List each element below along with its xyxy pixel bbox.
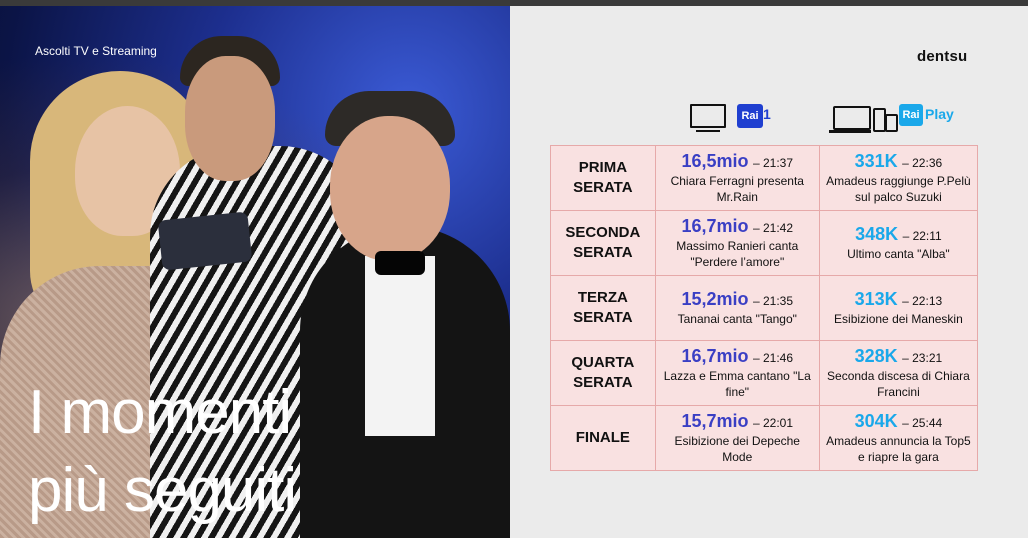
- night-label-2: SERATA: [573, 309, 633, 326]
- play-value-line: 331K – 22:36: [820, 151, 977, 173]
- rai1-logo-box: Rai: [737, 104, 763, 128]
- host-face: [185, 56, 275, 181]
- night-cell: PRIMA SERATA: [550, 145, 656, 211]
- ratings-table: PRIMA SERATA 16,5mio – 21:37 Chiara Ferragn…: [550, 145, 979, 471]
- tv-peak-time: – 21:35: [752, 294, 794, 308]
- play-value-line: 313K – 22:13: [820, 289, 977, 311]
- smartphone-icon: [885, 114, 898, 132]
- tv-peak-time: – 21:42: [752, 221, 794, 235]
- tv-audience-value: 16,5mio: [681, 151, 749, 171]
- play-audience-value: 348K: [855, 224, 899, 244]
- tv-value-line: 15,7mio – 22:01: [656, 411, 819, 433]
- night-label-2: SERATA: [573, 374, 633, 391]
- table-row: SECONDA SERATA 16,7mio – 21:42 Massimo Rani…: [550, 210, 979, 276]
- raiplay-logo-box: Rai: [899, 104, 923, 126]
- play-cell: 313K – 22:13 Esibizione dei Maneskin: [818, 275, 979, 341]
- tv-peak-time: – 22:01: [752, 416, 794, 430]
- play-peak-time: – 25:44: [902, 416, 943, 430]
- play-audience-value: 304K: [854, 411, 898, 431]
- tv-audience-value: 15,7mio: [681, 411, 749, 431]
- tv-audience-value: 16,7mio: [681, 216, 749, 236]
- tv-moment-description: Chiara Ferragni presenta Mr.Rain: [670, 174, 804, 204]
- tv-peak-time: – 21:46: [752, 351, 794, 365]
- table-row: QUARTA SERATA 16,7mio – 21:46 Lazza e Emma …: [550, 340, 979, 406]
- tv-cell: 16,7mio – 21:46 Lazza e Emma cantano "La …: [654, 340, 820, 406]
- play-cell: 304K – 25:44 Amadeus annuncia la Top5 e r…: [818, 405, 979, 471]
- play-moment-description: Seconda discesa di Chiara Francini: [827, 369, 970, 399]
- night-cell: TERZA SERATA: [550, 275, 656, 341]
- night-cell: QUARTA SERATA: [550, 340, 656, 406]
- tv-moment-description: Massimo Ranieri canta "Perdere l’amore": [676, 239, 799, 269]
- table-row: PRIMA SERATA 16,5mio – 21:37 Chiara Ferragn…: [550, 145, 979, 211]
- photo-subtitle: Ascolti TV e Streaming: [35, 44, 157, 58]
- play-cell: 328K – 23:21 Seconda discesa di Chiara Fr…: [818, 340, 979, 406]
- play-value-line: 304K – 25:44: [820, 411, 977, 433]
- tv-cell: 16,7mio – 21:42 Massimo Ranieri canta "Pe…: [654, 210, 820, 276]
- tv-cell: 16,5mio – 21:37 Chiara Ferragni presenta …: [654, 145, 820, 211]
- laptop-icon: [829, 106, 871, 133]
- bowtie: [375, 251, 425, 275]
- play-audience-value: 313K: [854, 289, 898, 309]
- smartphone: [157, 211, 253, 271]
- rai1-logo-number: 1: [763, 106, 771, 122]
- night-label-1: SECONDA: [565, 224, 641, 241]
- night-label-1: TERZA: [577, 289, 628, 306]
- tv-cell: 15,7mio – 22:01 Esibizione dei Depeche Mo…: [654, 405, 820, 471]
- tv-audience-value: 16,7mio: [681, 346, 749, 366]
- night-cell: SECONDA SERATA: [550, 210, 656, 276]
- play-moment-description: Amadeus annuncia la Top5 e riapre la gar…: [826, 434, 971, 464]
- singer-shirt: [365, 256, 435, 436]
- table-row: TERZA SERATA 15,2mio – 21:35 Tananai canta …: [550, 275, 979, 341]
- play-audience-value: 328K: [854, 346, 898, 366]
- play-peak-time: – 22:13: [902, 294, 943, 308]
- tv-icon: [690, 104, 726, 132]
- night-label-1: FINALE: [575, 429, 630, 446]
- raiplay-logo: Rai Play: [899, 104, 961, 128]
- play-peak-time: – 23:21: [902, 351, 943, 365]
- play-moment-description: Ultimo canta "Alba": [847, 247, 950, 261]
- hero-photo: Ascolti TV e Streaming I momenti più seg…: [0, 6, 510, 538]
- raiplay-logo-word: Play: [925, 106, 954, 122]
- tv-cell: 15,2mio – 21:35 Tananai canta "Tango": [654, 275, 820, 341]
- night-label-2: SERATA: [573, 244, 633, 261]
- play-moment-description: Amadeus raggiunge P.Pelù sul palco Suzuk…: [826, 174, 971, 204]
- dentsu-logo: dentsu: [917, 48, 968, 65]
- rai1-logo: Rai 1: [737, 104, 775, 128]
- tv-moment-description: Lazza e Emma cantano "La fine": [663, 369, 811, 399]
- tv-peak-time: – 21:37: [752, 156, 794, 170]
- tv-value-line: 16,7mio – 21:42: [656, 216, 819, 238]
- night-cell: FINALE: [550, 405, 656, 471]
- play-audience-value: 331K: [854, 151, 898, 171]
- tv-moment-description: Tananai canta "Tango": [677, 312, 797, 326]
- play-peak-time: – 22:11: [902, 229, 942, 243]
- headline: I momenti più seguiti: [28, 374, 297, 530]
- tv-audience-value: 15,2mio: [681, 289, 749, 309]
- play-cell: 331K – 22:36 Amadeus raggiunge P.Pelù sul…: [818, 145, 979, 211]
- night-label-1: PRIMA: [578, 159, 628, 176]
- night-label-2: SERATA: [573, 179, 633, 196]
- headline-line-1: I momenti: [28, 378, 292, 447]
- play-peak-time: – 22:36: [902, 156, 943, 170]
- headline-line-2: più seguiti: [28, 456, 297, 525]
- tv-value-line: 16,5mio – 21:37: [656, 151, 819, 173]
- table-row: FINALE 15,7mio – 22:01 Esibizione dei Depe…: [550, 405, 979, 471]
- play-value-line: 328K – 23:21: [820, 346, 977, 368]
- play-cell: 348K – 22:11 Ultimo canta "Alba": [818, 210, 979, 276]
- tv-moment-description: Esibizione dei Depeche Mode: [674, 434, 800, 464]
- play-moment-description: Esibizione dei Maneskin: [834, 312, 963, 326]
- tv-value-line: 16,7mio – 21:46: [656, 346, 819, 368]
- play-value-line: 348K – 22:11: [820, 224, 977, 246]
- night-label-1: QUARTA: [571, 354, 635, 371]
- singer-face: [330, 116, 450, 261]
- tv-value-line: 15,2mio – 21:35: [656, 289, 819, 311]
